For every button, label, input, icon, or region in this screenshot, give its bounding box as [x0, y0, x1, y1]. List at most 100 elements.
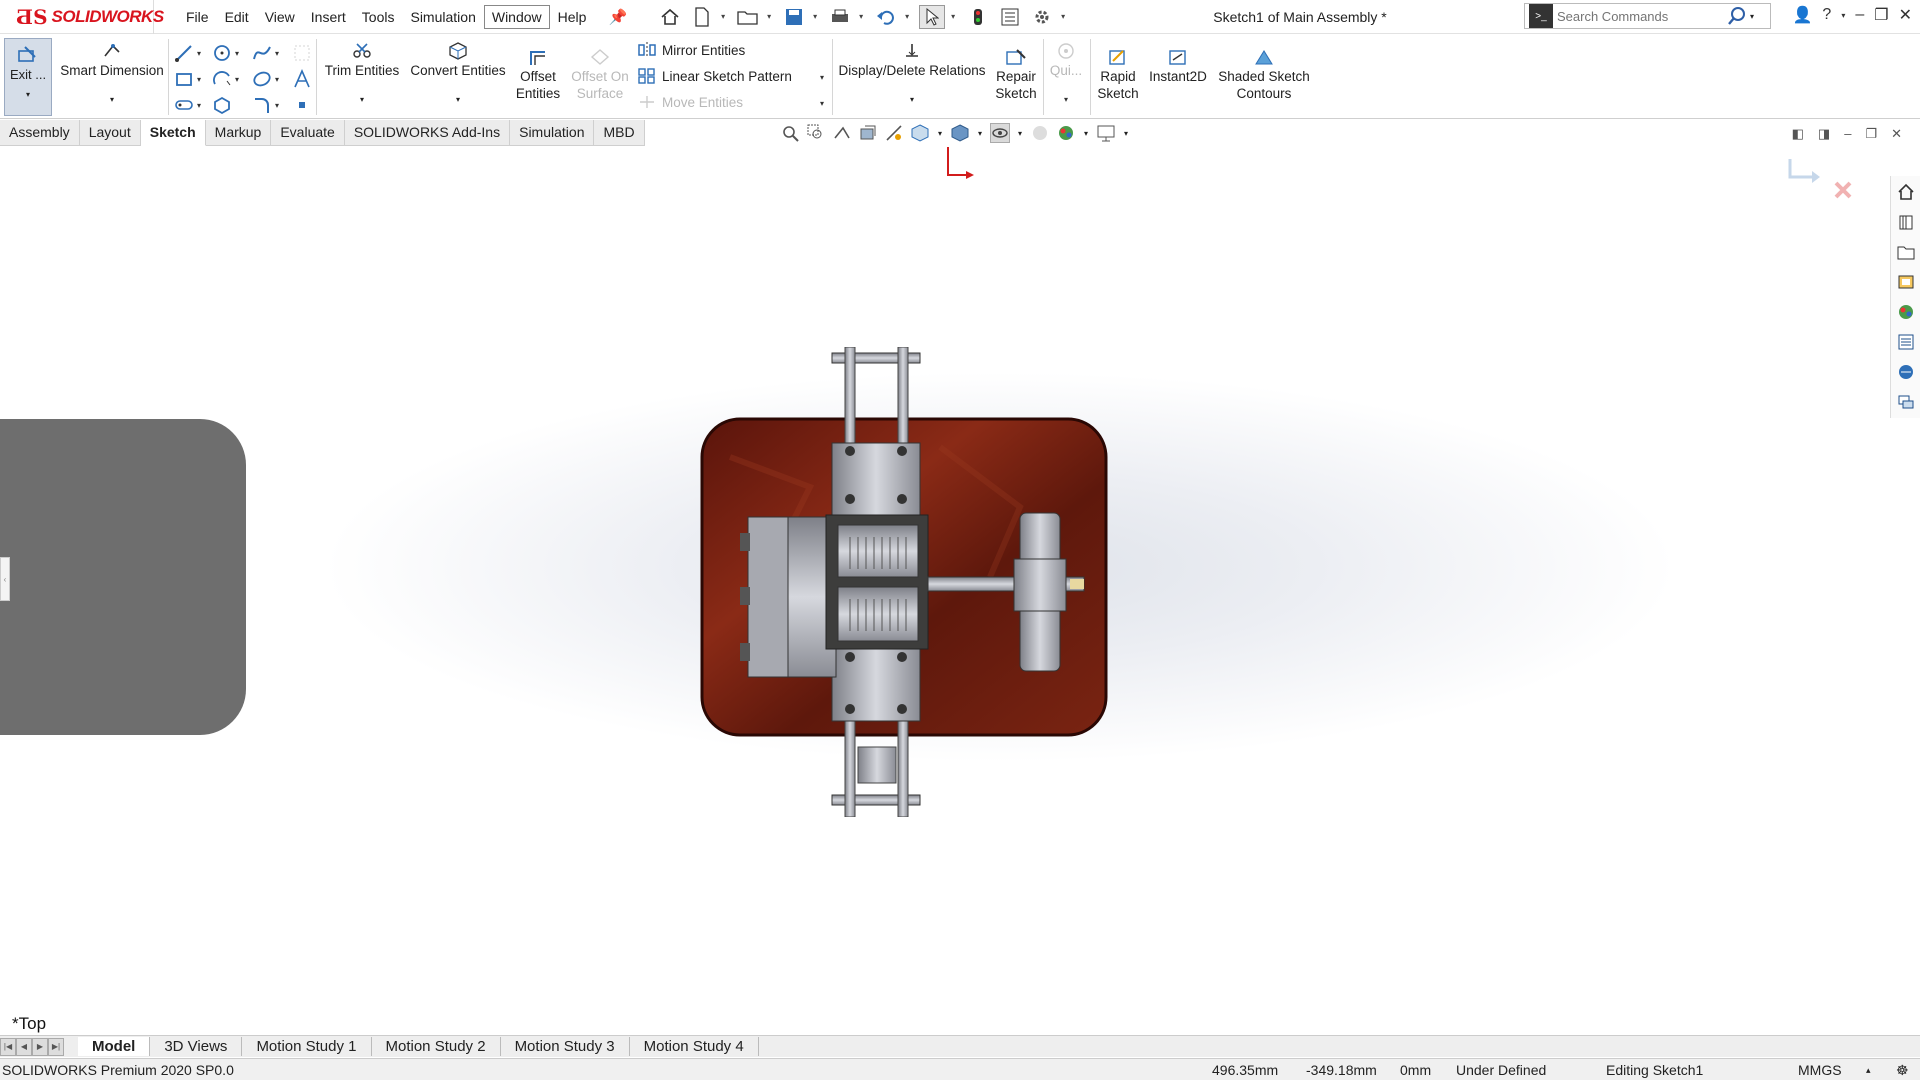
- search-icon[interactable]: [1727, 6, 1747, 26]
- view-orientation-icon[interactable]: [910, 123, 930, 143]
- pin-menu-icon[interactable]: 📌: [608, 8, 627, 26]
- apply-scene-icon[interactable]: [1056, 123, 1076, 143]
- chevron-down-icon[interactable]: ▾: [859, 12, 867, 21]
- help-icon[interactable]: ?: [1822, 6, 1831, 24]
- viewport-restore-icon[interactable]: ❐: [1865, 126, 1877, 142]
- design-library-icon[interactable]: [1891, 210, 1920, 234]
- menu-edit[interactable]: Edit: [217, 5, 257, 29]
- tab-model[interactable]: Model: [78, 1037, 151, 1056]
- solidworks-resources-icon[interactable]: [1891, 180, 1920, 204]
- offset-on-surface-button[interactable]: Offset On Surface: [566, 48, 634, 102]
- tab-markup[interactable]: Markup: [205, 120, 272, 146]
- new-document-icon[interactable]: [689, 5, 715, 29]
- tab-motion-study-4[interactable]: Motion Study 4: [630, 1037, 759, 1056]
- slot-icon[interactable]: [174, 95, 196, 117]
- menu-help[interactable]: Help: [550, 5, 595, 29]
- hide-show-items-icon[interactable]: [990, 123, 1010, 143]
- search-input[interactable]: [1557, 8, 1727, 24]
- tab-evaluate[interactable]: Evaluate: [271, 120, 345, 146]
- offset-entities-button[interactable]: Offset Entities: [512, 48, 564, 102]
- file-properties-icon[interactable]: [997, 5, 1023, 29]
- smart-dimension-button[interactable]: Smart Dimension ▾: [57, 42, 167, 108]
- menu-insert[interactable]: Insert: [303, 5, 354, 29]
- viewport-close-icon[interactable]: ✕: [1891, 126, 1902, 142]
- tile-right-icon[interactable]: ◨: [1818, 126, 1830, 142]
- move-entities-button[interactable]: Move Entities: [638, 94, 743, 110]
- fillet-icon[interactable]: [252, 95, 274, 117]
- tab-layout[interactable]: Layout: [79, 120, 141, 146]
- menu-view[interactable]: View: [257, 5, 303, 29]
- instant2d-button[interactable]: Instant2D: [1144, 48, 1212, 85]
- arc-icon[interactable]: [212, 69, 234, 91]
- linear-sketch-pattern-button[interactable]: Linear Sketch Pattern: [638, 68, 792, 84]
- zoom-to-area-icon[interactable]: [806, 123, 826, 143]
- tab-motion-study-3[interactable]: Motion Study 3: [501, 1037, 630, 1056]
- chevron-down-icon[interactable]: ▾: [1122, 123, 1130, 143]
- home-icon[interactable]: [657, 5, 683, 29]
- file-explorer-icon[interactable]: [1891, 240, 1920, 264]
- view-palette-icon[interactable]: [1891, 270, 1920, 294]
- text-icon[interactable]: [292, 69, 314, 91]
- feedback-icon[interactable]: [1891, 390, 1920, 414]
- shaded-sketch-contours-button[interactable]: Shaded Sketch Contours: [1214, 48, 1314, 102]
- solidworks-forum-icon[interactable]: [1891, 360, 1920, 384]
- chevron-down-icon[interactable]: ▾: [976, 123, 984, 143]
- chevron-down-icon[interactable]: ▾: [5, 90, 51, 99]
- graphics-area[interactable]: ‹ *Top: [0, 147, 1890, 1035]
- feature-manager-flyout-handle[interactable]: ‹: [0, 557, 10, 601]
- restore-icon[interactable]: ❐: [1874, 5, 1888, 25]
- tile-left-icon[interactable]: ◧: [1792, 126, 1804, 142]
- dynamic-annotation-icon[interactable]: [884, 123, 904, 143]
- chevron-down-icon[interactable]: ▾: [275, 49, 279, 58]
- chevron-down-icon[interactable]: ▾: [275, 75, 279, 84]
- chevron-down-icon[interactable]: ▾: [275, 101, 279, 110]
- chevron-down-icon[interactable]: ▾: [905, 12, 913, 21]
- tab-motion-study-1[interactable]: Motion Study 1: [242, 1037, 372, 1056]
- cancel-sketch-icon[interactable]: [1834, 181, 1852, 199]
- minimize-icon[interactable]: –: [1855, 6, 1864, 24]
- rebuild-status-icon[interactable]: ☸: [1896, 1062, 1909, 1079]
- menu-window[interactable]: Window: [483, 4, 550, 29]
- exit-sketch-button[interactable]: Exit ... ▾: [4, 38, 52, 116]
- assembly-model[interactable]: [690, 347, 1110, 817]
- user-icon[interactable]: 👤: [1793, 5, 1813, 25]
- circle-icon[interactable]: [212, 43, 234, 65]
- polygon-icon[interactable]: [212, 95, 234, 117]
- unit-system[interactable]: MMGS: [1798, 1062, 1842, 1078]
- rapid-sketch-button[interactable]: Rapid Sketch: [1094, 48, 1142, 102]
- select-cursor-icon[interactable]: [919, 4, 946, 29]
- first-tab-icon[interactable]: |◀: [0, 1037, 16, 1056]
- traffic-light-icon[interactable]: [965, 5, 991, 29]
- chevron-down-icon[interactable]: ▾: [197, 75, 201, 84]
- menu-simulation[interactable]: Simulation: [402, 5, 483, 29]
- chevron-down-icon[interactable]: ▾: [1082, 123, 1090, 143]
- tab-motion-study-2[interactable]: Motion Study 2: [372, 1037, 501, 1056]
- repair-sketch-button[interactable]: Repair Sketch: [990, 48, 1042, 102]
- custom-properties-icon[interactable]: [1891, 330, 1920, 354]
- previous-view-icon[interactable]: [832, 123, 852, 143]
- viewport-minimize-icon[interactable]: –: [1844, 126, 1851, 142]
- chevron-down-icon[interactable]: ▾: [1061, 12, 1069, 21]
- motor-block[interactable]: [740, 516, 837, 678]
- display-style-icon[interactable]: [950, 123, 970, 143]
- view-settings-icon[interactable]: [1096, 123, 1116, 143]
- tab-3d-views[interactable]: 3D Views: [150, 1037, 243, 1056]
- convert-entities-button[interactable]: Convert Entities ▾: [406, 42, 510, 108]
- search-commands[interactable]: >_ ▾: [1524, 3, 1771, 29]
- point-icon[interactable]: [292, 95, 314, 117]
- save-icon[interactable]: [781, 5, 807, 29]
- close-icon[interactable]: ✕: [1899, 5, 1912, 25]
- chevron-down-icon[interactable]: ▾: [820, 73, 824, 82]
- display-delete-relations-button[interactable]: Display/Delete Relations ▾: [836, 42, 988, 108]
- mirror-entities-button[interactable]: Mirror Entities: [638, 42, 745, 58]
- tab-sketch[interactable]: Sketch: [140, 120, 206, 146]
- last-tab-icon[interactable]: ▶|: [48, 1037, 64, 1056]
- zoom-to-fit-icon[interactable]: [780, 123, 800, 143]
- chevron-down-icon[interactable]: ▾: [767, 12, 775, 21]
- chevron-down-icon[interactable]: ▾: [1016, 123, 1024, 143]
- spline-icon[interactable]: [252, 43, 274, 65]
- tab-solidworks-addins[interactable]: SOLIDWORKS Add-Ins: [344, 120, 511, 146]
- chevron-down-icon[interactable]: ▾: [1750, 12, 1754, 21]
- chevron-down-icon[interactable]: ▾: [1841, 11, 1845, 20]
- tab-assembly[interactable]: Assembly: [0, 120, 80, 146]
